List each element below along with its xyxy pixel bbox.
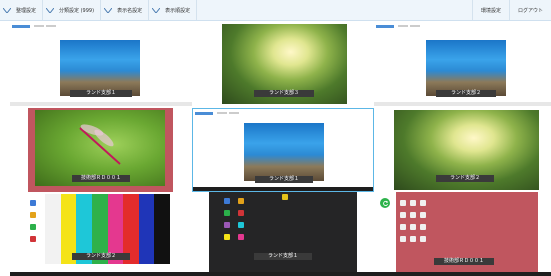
desktop-app-icon [400,200,406,206]
toolbar-group-organize[interactable]: 整理設定 [0,0,44,20]
display-order-settings-button[interactable]: 表示順設定 [163,0,198,20]
screen-tile[interactable]: ランド支部１ [10,22,192,106]
desktop-app-icon [30,224,36,230]
chevron-down-icon[interactable] [101,0,115,20]
desktop-app-icon [30,200,36,206]
tile-caption: 技術部ＲＤ００１ [72,175,130,182]
desktop-app-icon [420,212,426,218]
screen-thumbnail [244,123,324,181]
tile-caption: ランド支部１ [70,90,132,97]
chevron-down-icon[interactable] [43,0,57,20]
toolbar-group-display-order[interactable]: 表示順設定 [149,0,198,20]
screen-tile[interactable]: ランド支部３ [192,22,374,106]
toolbar-group-category[interactable]: 分類設定 (999) [43,0,102,20]
desktop-app-icon [224,198,230,204]
screen-tile[interactable]: ランド支部２ [374,108,551,192]
dragonfly-icon [79,124,121,165]
screen-tile[interactable]: 技術部ＲＤ００１ [374,192,551,276]
logout-button[interactable]: ログアウト [508,0,551,20]
desktop-app-icon [224,210,230,216]
desktop-app-icon [224,222,230,228]
tile-caption: 技術部ＲＤ００１ [434,258,494,265]
screen-grid: ランド支部１ ランド支部３ ランド支部２ 技術部ＲＤ００１ ランド支部１ ランド… [0,20,551,276]
desktop-app-icon [410,236,416,242]
screen-tile[interactable]: ランド支部１ [192,192,374,276]
screen-thumbnail [426,40,506,96]
tile-caption: ランド支部１ [255,176,313,183]
organize-settings-button[interactable]: 整理設定 [14,0,44,20]
desktop-app-icon [420,200,426,206]
chevron-down-icon[interactable] [149,0,163,20]
tile-caption: ランド支部３ [254,90,314,97]
desktop-app-icon [400,212,406,218]
desktop-app-icon [30,212,36,218]
screen-tile[interactable]: ランド支部２ [10,192,192,276]
screen-thumbnail [60,40,140,96]
refresh-icon[interactable] [380,198,390,208]
desktop-app-icon [238,198,244,204]
desktop-app-icon [238,210,244,216]
desktop-app-icon [400,236,406,242]
desktop-app-icon [400,224,406,230]
tile-caption: ランド支部２ [436,90,496,97]
tile-caption: ランド支部２ [72,253,130,260]
top-toolbar: 整理設定 分類設定 (999) 表示名設定 表示順設定 環境設定 ログアウト [0,0,551,21]
toolbar-group-display-name[interactable]: 表示名設定 [101,0,150,20]
desktop-app-icon [410,212,416,218]
desktop-app-icon [420,236,426,242]
screen-tile-selected[interactable]: ランド支部１ [192,108,374,192]
environment-settings-button[interactable]: 環境設定 [471,0,509,20]
desktop-app-icon [224,234,230,240]
desktop-app-icon [238,234,244,240]
category-settings-button[interactable]: 分類設定 (999) [57,0,102,20]
desktop-app-icon [238,222,244,228]
chevron-down-icon[interactable] [0,0,14,20]
desktop-app-icon [410,200,416,206]
desktop-app-icon [420,224,426,230]
display-name-settings-button[interactable]: 表示名設定 [115,0,150,20]
desktop-app-icon [410,224,416,230]
desktop-app-icon [282,194,288,200]
screen-tile[interactable]: ランド支部２ [374,22,551,106]
tile-caption: ランド支部２ [436,175,494,182]
tile-caption: ランド支部１ [254,253,312,260]
desktop-app-icon [30,236,36,242]
screen-tile[interactable]: 技術部ＲＤ００１ [10,108,192,192]
